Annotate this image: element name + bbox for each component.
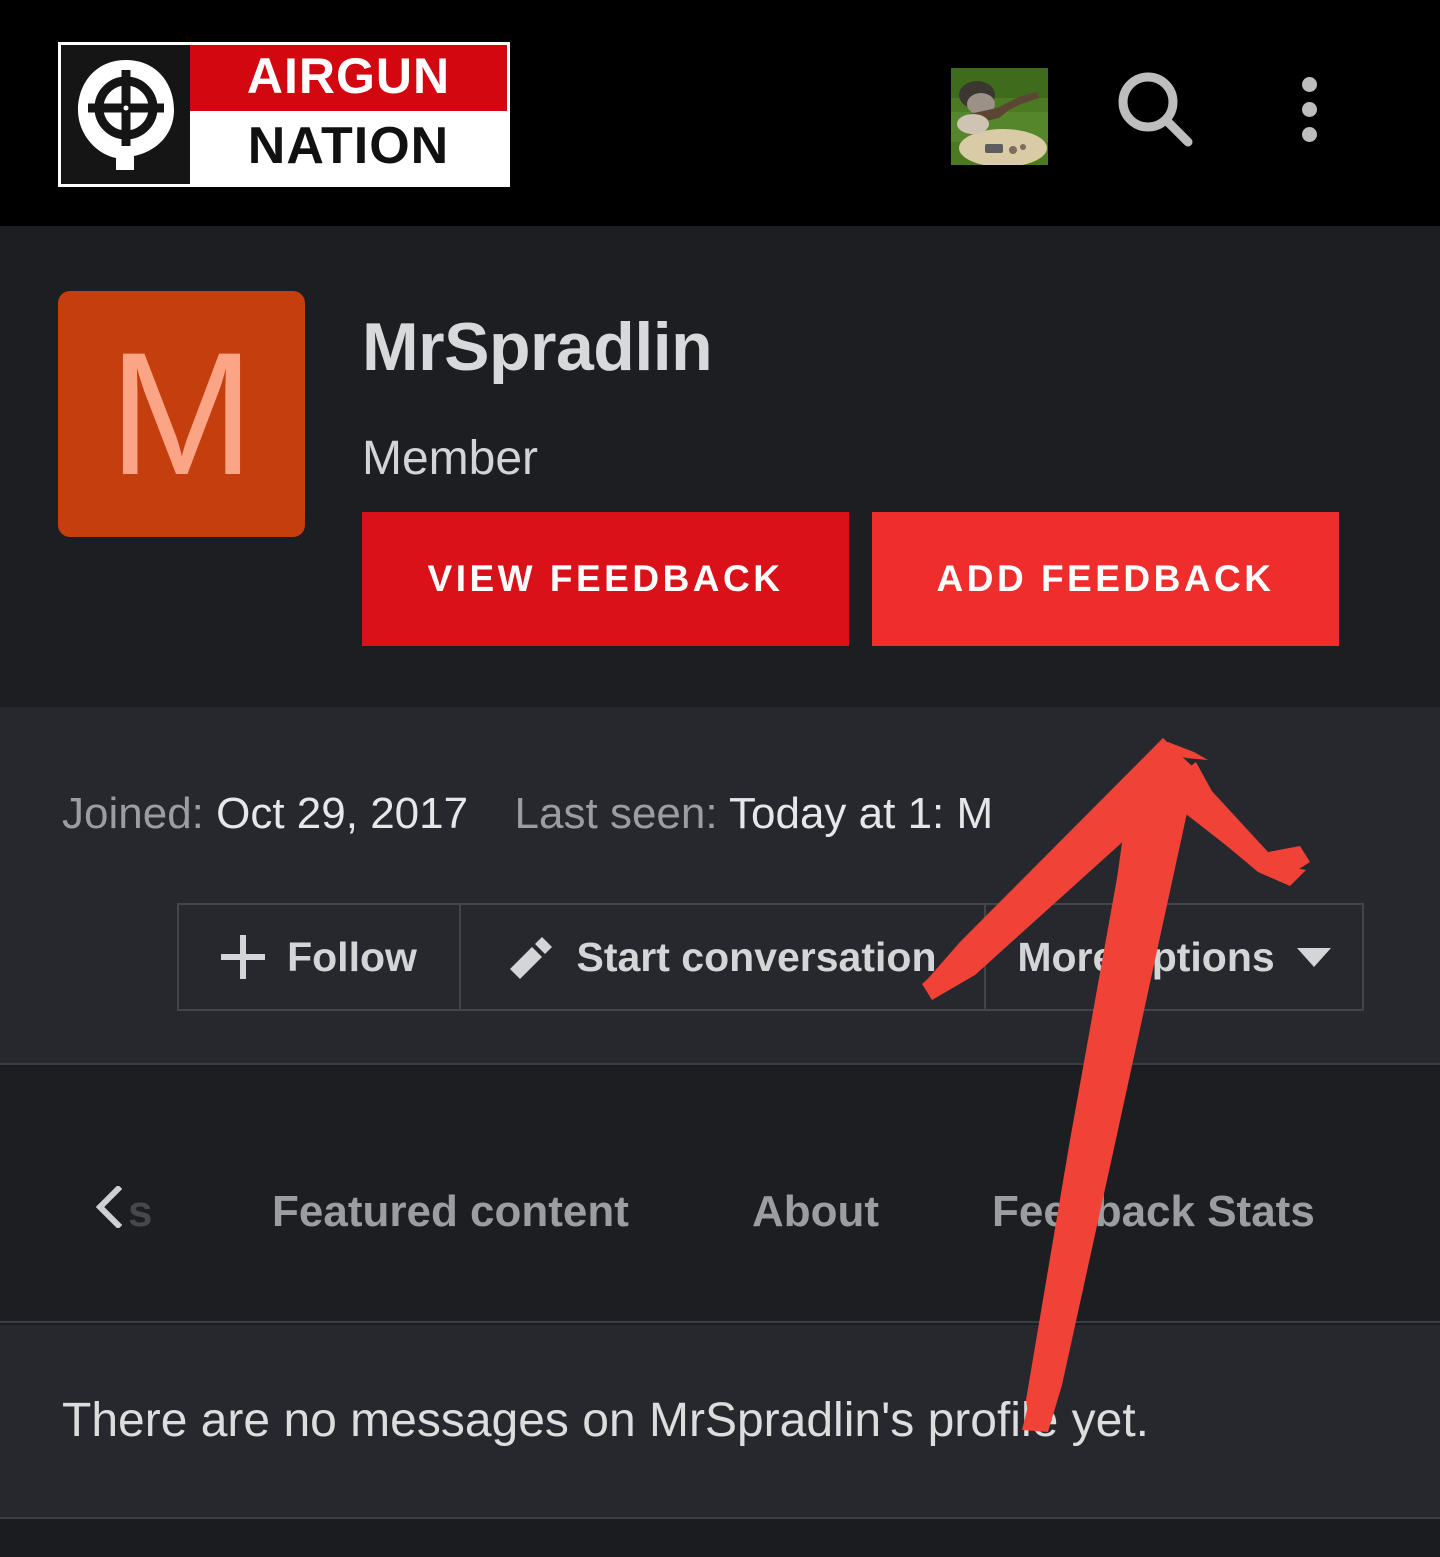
tab-feedback-stats[interactable]: Feedback Stats (992, 1187, 1315, 1237)
page-bottom-strip (0, 1519, 1440, 1557)
pencil-icon (509, 934, 555, 980)
kebab-dot (1302, 102, 1317, 117)
avatar[interactable]: M (58, 291, 305, 537)
app-header-bar: AIRGUN NATION (0, 0, 1440, 226)
profile-posts-empty-panel: There are no messages on MrSpradlin's pr… (0, 1325, 1440, 1519)
last-seen-value: Today at 1: M (729, 789, 994, 838)
profile-header: M MrSpradlin Member VIEW FEEDBACK ADD FE… (0, 226, 1440, 707)
more-options-label: More options (1017, 933, 1275, 980)
feedback-button-group: VIEW FEEDBACK ADD FEEDBACK (362, 512, 1339, 646)
kebab-dot (1302, 77, 1317, 92)
joined-value: Oct 29, 2017 (216, 789, 469, 838)
search-icon[interactable] (1110, 60, 1202, 160)
empty-state-text: There are no messages on MrSpradlin's pr… (62, 1394, 1150, 1447)
add-feedback-button[interactable]: ADD FEEDBACK (872, 512, 1339, 646)
start-conversation-label: Start conversation (576, 933, 937, 980)
profile-tab-bar: s Featured content About Feedback Stats (0, 1067, 1440, 1323)
joined-label: Joined: (62, 789, 204, 838)
app-screen: AIRGUN NATION M MrSpradlin Member VIEW F… (0, 0, 1440, 1557)
more-options-button[interactable]: More options (984, 903, 1364, 1011)
last-seen-label: Last seen: (514, 789, 718, 838)
tab-about[interactable]: About (752, 1187, 879, 1237)
tab-list: s Featured content About Feedback Stats (0, 1067, 1440, 1323)
crosshair-target-icon (61, 45, 190, 184)
chevron-left-icon[interactable] (95, 1184, 123, 1230)
profile-info-band: Joined: Oct 29, 2017 Last seen: Today at… (0, 707, 1440, 1065)
follow-button-label: Follow (287, 933, 417, 980)
view-feedback-button[interactable]: VIEW FEEDBACK (362, 512, 849, 646)
tab-featured-content[interactable]: Featured content (272, 1187, 629, 1237)
tab-truncated[interactable]: s (128, 1187, 152, 1237)
avatar-initial: M (108, 316, 255, 512)
chevron-down-icon (1296, 947, 1331, 967)
logo-word-airgun: AIRGUN (190, 45, 507, 111)
logo-word-nation: NATION (190, 111, 507, 184)
kebab-menu-icon[interactable] (1272, 60, 1344, 160)
site-logo[interactable]: AIRGUN NATION (58, 42, 510, 187)
profile-meta-line: Joined: Oct 29, 2017 Last seen: Today at… (62, 789, 993, 839)
profile-action-row: Follow Start conversation More options (177, 903, 1364, 1011)
kebab-dot (1302, 127, 1317, 142)
start-conversation-button[interactable]: Start conversation (459, 903, 986, 1011)
logo-wordmark: AIRGUN NATION (190, 45, 507, 184)
user-title: Member (362, 432, 539, 485)
plus-icon (221, 935, 266, 979)
page-title: MrSpradlin (362, 309, 713, 385)
follow-button[interactable]: Follow (177, 903, 461, 1011)
user-avatar-thumbnail[interactable] (951, 68, 1048, 165)
